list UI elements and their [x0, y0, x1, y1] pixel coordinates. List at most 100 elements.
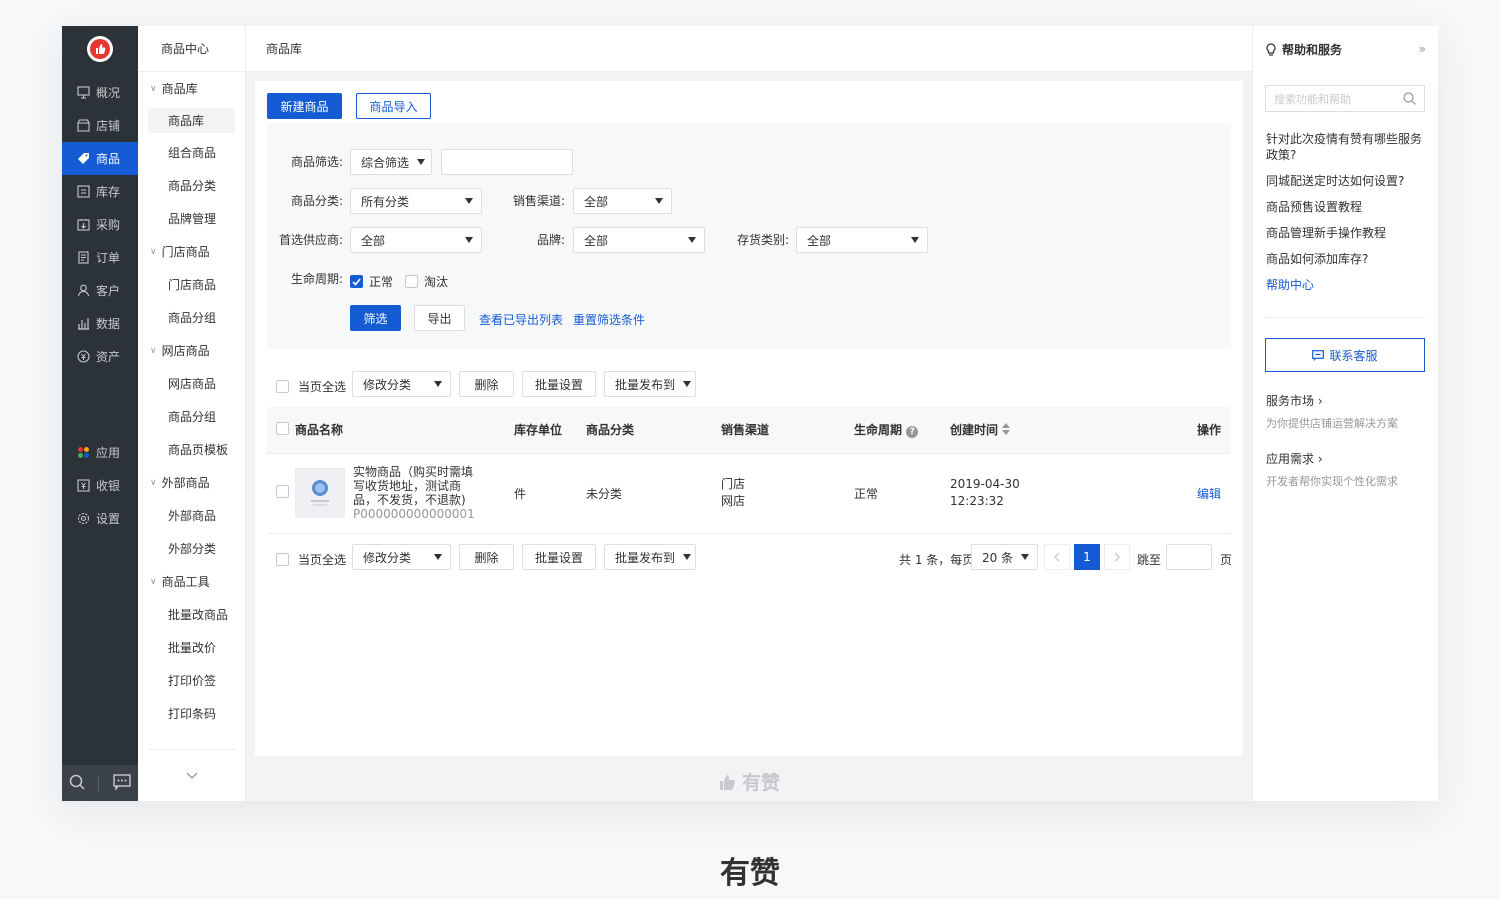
message-icon[interactable]	[113, 773, 131, 793]
nav-group[interactable]: ∨ 门店商品	[138, 235, 245, 268]
nav-item-order[interactable]: 订单	[62, 241, 138, 274]
batch-settings-button[interactable]: 批量设置	[522, 371, 596, 397]
header-created[interactable]: 创建时间	[950, 407, 1150, 454]
sidebar-sub-item[interactable]: 打印价签	[138, 664, 245, 697]
service-market-title[interactable]: 服务市场	[1266, 394, 1314, 408]
jump-page-input[interactable]	[1166, 544, 1212, 570]
contact-support-button[interactable]: 联系客服	[1265, 338, 1425, 372]
help-question-link[interactable]: 针对此次疫情有赞有哪些服务政策?	[1266, 131, 1426, 163]
batch-settings-button[interactable]: 批量设置	[522, 544, 596, 570]
category-select[interactable]: 所有分类	[350, 188, 482, 214]
sidebar-sub-item[interactable]: 商品分类	[138, 169, 245, 202]
sidebar-sub-item[interactable]: 商品页模板	[138, 433, 245, 466]
select-all-top[interactable]: 当页全选	[276, 378, 346, 395]
new-product-button[interactable]: 新建商品	[267, 93, 342, 119]
nav-item-cashier[interactable]: 收银	[62, 469, 138, 502]
product-name-line-2[interactable]: 写收货地址，测试商	[353, 479, 475, 493]
checkbox-checked[interactable]	[350, 275, 363, 288]
reset-filter-link[interactable]: 重置筛选条件	[573, 311, 645, 328]
product-name-line-1[interactable]: 实物商品（购买时需填	[353, 465, 475, 479]
app-demand[interactable]: 应用需求 › 开发者帮你实现个性化需求	[1266, 450, 1426, 489]
app-demand-title[interactable]: 应用需求	[1266, 452, 1314, 466]
supplier-select[interactable]: 全部	[350, 227, 482, 253]
batch-publish-select[interactable]: 批量发布到	[604, 371, 696, 397]
nav-item-apps[interactable]: 应用	[62, 436, 138, 469]
prev-page-button[interactable]	[1044, 544, 1070, 570]
stock-type-select[interactable]: 全部	[796, 227, 928, 253]
help-icon[interactable]: ?	[906, 426, 919, 439]
batch-publish-select[interactable]: 批量发布到	[604, 544, 696, 570]
sidebar-sub-item[interactable]: 品牌管理	[138, 202, 245, 235]
sidebar-sub-item[interactable]: 组合商品	[138, 136, 245, 169]
modify-category-select[interactable]: 修改分类	[352, 371, 451, 397]
lifecycle-eliminated-option[interactable]: 淘汰	[405, 273, 448, 290]
nav-item-asset[interactable]: 资产	[62, 340, 138, 373]
product-filter-input[interactable]	[441, 149, 573, 175]
chevron-down-icon[interactable]	[186, 769, 198, 783]
nav-item-purchase[interactable]: 采购	[62, 208, 138, 241]
sidebar-sub-item[interactable]: 网店商品	[138, 367, 245, 400]
export-button[interactable]: 导出	[414, 305, 465, 331]
import-product-button[interactable]: 商品导入	[356, 93, 431, 119]
inventory-icon	[77, 185, 90, 198]
sidebar-sub-item[interactable]: 批量改价	[138, 631, 245, 664]
nav-item-shop[interactable]: 店铺	[62, 109, 138, 142]
product-name-line-3[interactable]: 品，不发货，不退款)	[353, 493, 475, 507]
sidebar-sub-item[interactable]: 打印条码	[138, 697, 245, 730]
page-size-select[interactable]: 20 条	[971, 544, 1038, 570]
checkbox[interactable]	[276, 380, 289, 393]
checkbox[interactable]	[405, 275, 418, 288]
chevron-right-icon: ›	[1317, 394, 1323, 408]
channel-select[interactable]: 全部	[573, 188, 672, 214]
sidebar-sub-item[interactable]: 商品分组	[138, 301, 245, 334]
youzan-logo[interactable]	[87, 36, 113, 62]
view-export-list-link[interactable]: 查看已导出列表	[479, 311, 563, 328]
help-question-link[interactable]: 同城配送定时达如何设置?	[1266, 173, 1426, 189]
nav-item-overview[interactable]: 概况	[62, 76, 138, 109]
sidebar-sub-item[interactable]: 外部分类	[138, 532, 245, 565]
next-page-button[interactable]	[1104, 544, 1130, 570]
help-search-input[interactable]: 搜索功能和帮助	[1265, 85, 1425, 112]
filter-button[interactable]: 筛选	[350, 305, 401, 331]
sidebar-sub-item[interactable]: 批量改商品	[138, 598, 245, 631]
nav-group[interactable]: ∨ 网店商品	[138, 334, 245, 367]
service-market[interactable]: 服务市场 › 为你提供店铺运营解决方案	[1266, 392, 1426, 431]
sidebar-sub-item[interactable]: 商品库	[148, 108, 235, 133]
help-center-link[interactable]: 帮助中心	[1266, 277, 1426, 293]
delete-button[interactable]: 删除	[459, 371, 514, 397]
dropdown-arrow-icon	[434, 554, 442, 560]
nav-item-inventory[interactable]: 库存	[62, 175, 138, 208]
checkbox[interactable]	[276, 421, 289, 435]
sidebar-sub-item[interactable]: 商品分组	[138, 400, 245, 433]
product-thumbnail[interactable]	[295, 468, 345, 518]
brand-select[interactable]: 全部	[573, 227, 705, 253]
sidebar-sub-item[interactable]: 外部商品	[138, 499, 245, 532]
delete-button[interactable]: 删除	[459, 544, 514, 570]
nav-group[interactable]: ∨ 商品库	[138, 72, 245, 105]
checkbox[interactable]	[276, 553, 289, 566]
modify-category-select[interactable]: 修改分类	[352, 544, 451, 570]
nav-item-tag[interactable]: 商品	[62, 142, 138, 175]
edit-link[interactable]: 编辑	[1197, 487, 1221, 501]
collapse-toggle[interactable]	[148, 749, 235, 801]
help-question-link[interactable]: 商品管理新手操作教程	[1266, 225, 1426, 241]
help-question-link[interactable]: 商品预售设置教程	[1266, 199, 1426, 215]
nav-item-settings[interactable]: 设置	[62, 502, 138, 535]
sidebar-sub-item[interactable]: 门店商品	[138, 268, 245, 301]
product-filter-select[interactable]: 综合筛选	[350, 149, 432, 175]
page-number-current[interactable]: 1	[1074, 544, 1100, 570]
nav-item-customer[interactable]: 客户	[62, 274, 138, 307]
header-lifecycle-label: 生命周期	[854, 423, 903, 438]
nav-group[interactable]: ∨ 商品工具	[138, 565, 245, 598]
checkbox[interactable]	[276, 485, 289, 498]
nav-item-data[interactable]: 数据	[62, 307, 138, 340]
search-icon[interactable]	[1403, 92, 1416, 108]
sort-icon[interactable]	[1002, 423, 1011, 438]
search-icon[interactable]	[69, 774, 85, 793]
help-question-link[interactable]: 商品如何添加库存?	[1266, 251, 1426, 267]
lifecycle-normal-option[interactable]: 正常	[350, 273, 393, 290]
product-filter-value: 综合筛选	[361, 155, 410, 170]
collapse-panel-icon[interactable]: »	[1419, 42, 1426, 56]
select-all-bottom[interactable]: 当页全选	[276, 551, 346, 568]
nav-group[interactable]: ∨ 外部商品	[138, 466, 245, 499]
